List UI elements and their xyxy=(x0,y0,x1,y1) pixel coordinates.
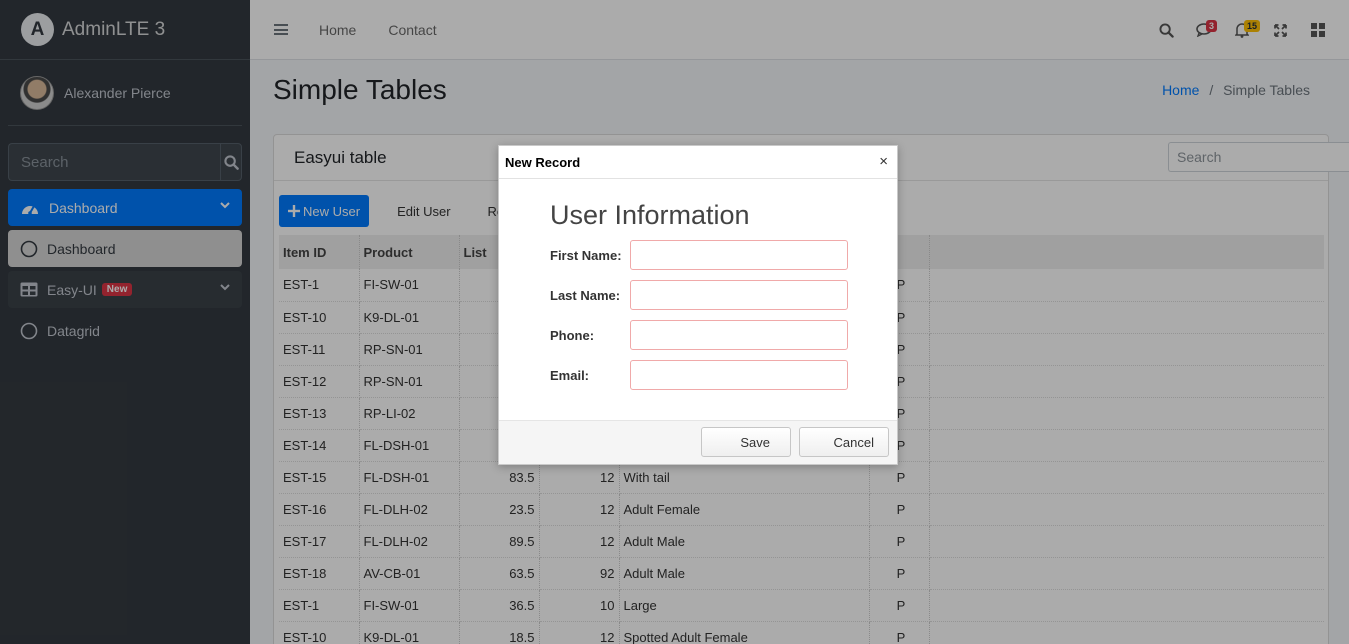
last-name-field[interactable] xyxy=(630,280,848,310)
first-name-field[interactable] xyxy=(630,240,848,270)
phone-field[interactable] xyxy=(630,320,848,350)
new-record-dialog: New Record × User Information First Name… xyxy=(498,145,898,465)
dialog-title: New Record xyxy=(505,154,581,170)
form-row-first-name: First Name: xyxy=(550,240,848,270)
close-icon[interactable]: × xyxy=(879,153,888,170)
last-name-label: Last Name: xyxy=(550,287,621,303)
cancel-button[interactable]: Cancel xyxy=(799,427,889,457)
form-row-email: Email: xyxy=(550,360,848,390)
email-field[interactable] xyxy=(630,360,848,390)
dialog-footer: Save Cancel xyxy=(499,420,897,464)
save-button[interactable]: Save xyxy=(701,427,791,457)
first-name-label: First Name: xyxy=(550,247,622,263)
form-row-last-name: Last Name: xyxy=(550,280,848,310)
form-row-phone: Phone: xyxy=(550,320,848,350)
dialog-header[interactable]: New Record xyxy=(499,146,897,179)
phone-label: Phone: xyxy=(550,327,595,343)
form-heading: User Information xyxy=(550,200,750,230)
email-label: Email: xyxy=(550,367,590,383)
